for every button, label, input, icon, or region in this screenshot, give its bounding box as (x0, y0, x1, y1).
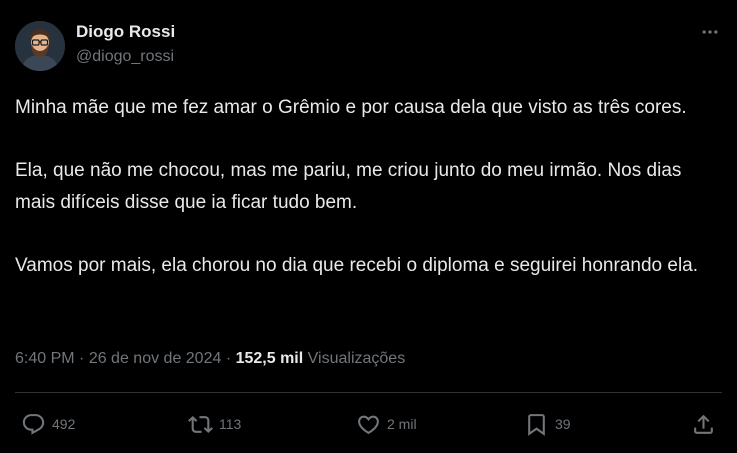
author-handle[interactable]: @diogo_rossi (76, 48, 174, 66)
reply-count: 492 (52, 416, 76, 432)
reply-button[interactable]: 492 (21, 408, 75, 440)
more-horizontal-icon (700, 22, 720, 47)
meta-separator: · (221, 350, 236, 367)
tweet-time[interactable]: 6:40 PM (15, 350, 75, 367)
repost-count: 113 (219, 416, 242, 432)
tweet-meta: 6:40 PM · 26 de nov de 2024 · 152,5 mil … (15, 350, 405, 368)
heart-icon (356, 412, 381, 437)
like-button[interactable]: 2 mil (356, 408, 417, 440)
bookmark-icon (524, 412, 549, 437)
share-button[interactable] (691, 408, 716, 440)
bookmark-count: 39 (555, 416, 571, 432)
avatar[interactable] (15, 21, 65, 71)
tweet-paragraph: Vamos por mais, ela chorou no dia que re… (15, 254, 699, 276)
tweet-text: Minha mãe que me fez amar o Grêmio e por… (15, 92, 721, 281)
tweet-paragraph: Minha mãe que me fez amar o Grêmio e por… (15, 97, 687, 118)
repost-icon (188, 412, 213, 437)
action-bar: 492 113 2 mil 39 (0, 408, 737, 440)
repost-button[interactable]: 113 (188, 408, 241, 440)
views-label: Visualizações (303, 350, 406, 367)
divider (15, 392, 722, 393)
bookmark-button[interactable]: 39 (524, 408, 571, 440)
more-options-button[interactable] (696, 23, 724, 45)
views-count[interactable]: 152,5 mil (236, 350, 304, 367)
tweet-paragraph: Ela, que não me chocou, mas me pariu, me… (15, 160, 682, 213)
meta-separator: · (74, 350, 89, 367)
author-display-name[interactable]: Diogo Rossi (76, 22, 175, 42)
tweet-card: Diogo Rossi @diogo_rossi Minha mãe que m… (0, 0, 737, 453)
like-count: 2 mil (387, 416, 417, 432)
tweet-date[interactable]: 26 de nov de 2024 (89, 350, 222, 367)
reply-icon (21, 412, 46, 437)
share-icon (691, 412, 716, 437)
